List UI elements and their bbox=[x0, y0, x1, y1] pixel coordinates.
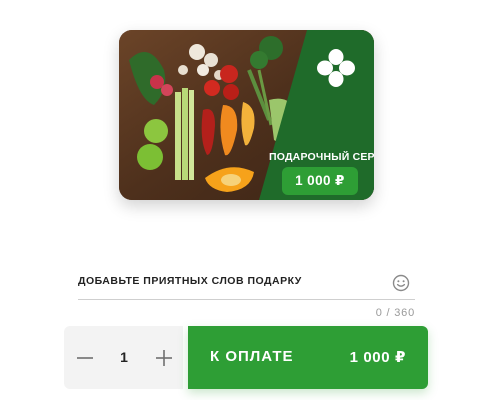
gift-certificate-page: ПОДАРОЧНЫЙ СЕРТИФИКАТ 1 000 ₽ 0 / 360 1 … bbox=[0, 0, 485, 400]
minus-icon[interactable] bbox=[73, 346, 97, 370]
char-counter: 0 / 360 bbox=[375, 307, 415, 319]
gift-message-input[interactable] bbox=[78, 266, 388, 296]
plus-icon[interactable] bbox=[152, 346, 176, 370]
smiley-icon[interactable] bbox=[392, 274, 410, 292]
pay-button-amount: 1 000 ₽ bbox=[349, 349, 406, 366]
clover-logo-icon bbox=[317, 49, 355, 87]
quantity-stepper: 1 bbox=[64, 326, 183, 389]
card-price-badge: 1 000 ₽ bbox=[282, 167, 358, 195]
gift-message-field bbox=[78, 266, 415, 300]
card-title: ПОДАРОЧНЫЙ СЕРТИФИКАТ bbox=[269, 151, 374, 163]
pay-button[interactable]: К ОПЛАТЕ 1 000 ₽ bbox=[188, 326, 428, 389]
gift-card: ПОДАРОЧНЫЙ СЕРТИФИКАТ 1 000 ₽ bbox=[119, 30, 374, 200]
quantity-value[interactable]: 1 bbox=[108, 344, 140, 370]
pay-button-label: К ОПЛАТЕ bbox=[210, 348, 294, 365]
